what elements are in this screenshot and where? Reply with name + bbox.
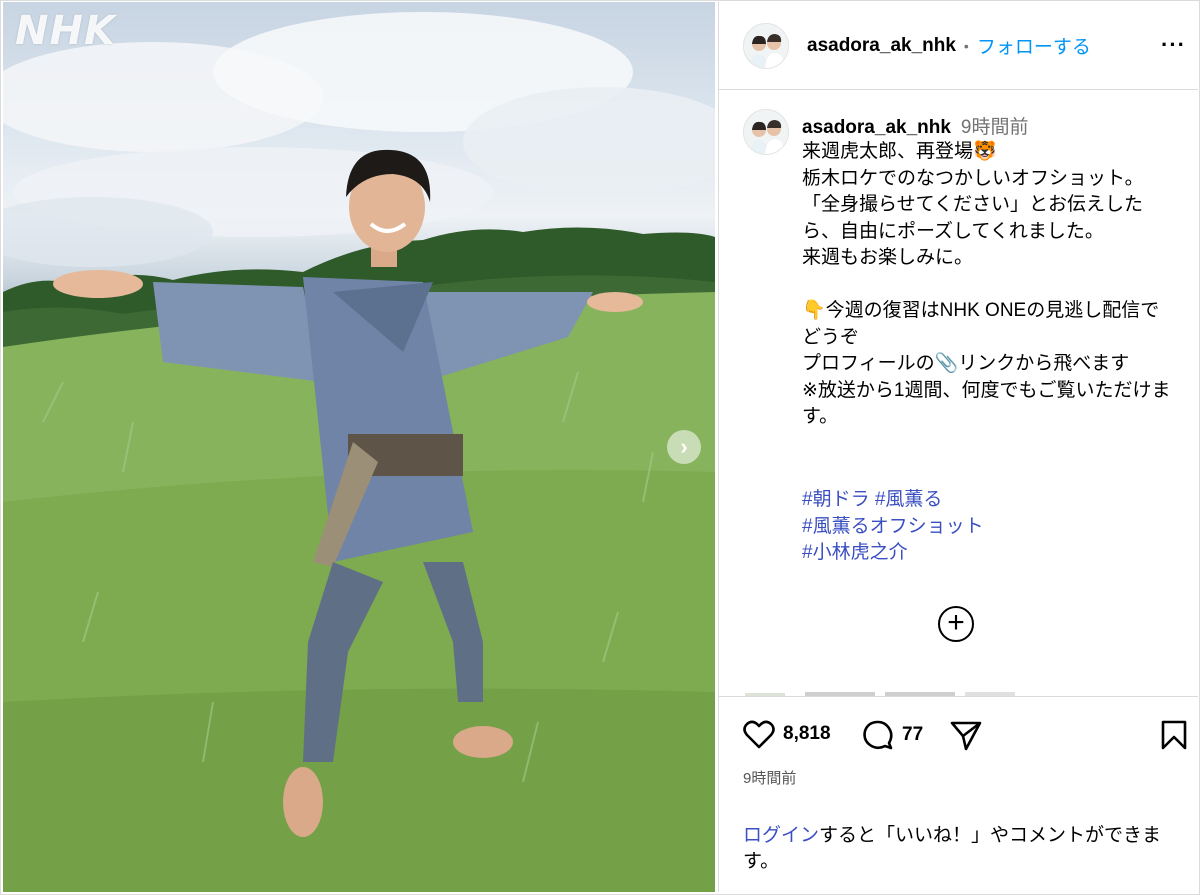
save-button[interactable] bbox=[1160, 719, 1188, 751]
comment-icon bbox=[863, 720, 893, 750]
post-header: asadora_ak_nhk • フォローする ··· bbox=[719, 2, 1198, 90]
caption-avatar[interactable] bbox=[743, 109, 789, 155]
share-button[interactable] bbox=[949, 719, 983, 751]
caption-section: asadora_ak_nhk 9時間前 来週虎太郎、再登場🐯 栃木ロケでのなつかし… bbox=[719, 91, 1198, 696]
post-actions: 8,818 77 9時間前 ログインすると「いいね！」やコメントができます。 bbox=[719, 696, 1198, 892]
separator-dot: • bbox=[963, 37, 969, 54]
comment-button[interactable]: 77 bbox=[862, 719, 923, 751]
like-count: 8,818 bbox=[783, 723, 831, 744]
heart-icon bbox=[743, 720, 775, 749]
nhk-watermark: NHK bbox=[15, 8, 116, 54]
follow-button[interactable]: フォローする bbox=[977, 32, 1091, 59]
hashtag-link[interactable]: #小林虎之介 bbox=[802, 540, 984, 567]
login-link[interactable]: ログイン bbox=[743, 825, 819, 846]
chevron-right-icon: › bbox=[680, 434, 688, 459]
like-button[interactable]: 8,818 bbox=[743, 719, 831, 749]
login-prompt: ログインすると「いいね！」やコメントができます。 bbox=[743, 823, 1183, 875]
post-side-panel: asadora_ak_nhk • フォローする ··· asadora_ak_n… bbox=[718, 2, 1198, 892]
caption-text: 来週虎太郎、再登場🐯 栃木ロケでのなつかしいオフショット。 「全身撮らせてくださ… bbox=[802, 141, 1171, 427]
send-icon bbox=[950, 721, 982, 751]
hashtag-link[interactable]: #朝ドラ #風薫る bbox=[802, 487, 984, 514]
hashtag-link[interactable]: #風薫るオフショット bbox=[802, 514, 984, 541]
header-username[interactable]: asadora_ak_nhk bbox=[807, 35, 956, 57]
avatar[interactable] bbox=[743, 22, 789, 69]
next-photo-button[interactable]: › bbox=[667, 430, 701, 464]
ellipsis-icon[interactable]: ··· bbox=[1161, 32, 1186, 58]
comment-count: 77 bbox=[902, 724, 924, 745]
plus-circle-icon: + bbox=[947, 606, 965, 639]
caption-time[interactable]: 9時間前 bbox=[961, 117, 1029, 138]
load-more-comments-button[interactable]: + bbox=[938, 606, 974, 642]
faded-comment-row bbox=[745, 688, 1045, 696]
caption-header: asadora_ak_nhk 9時間前 bbox=[802, 112, 1029, 139]
post-photo[interactable]: NHK › bbox=[3, 2, 715, 892]
caption-username[interactable]: asadora_ak_nhk bbox=[802, 117, 951, 138]
bookmark-icon bbox=[1161, 720, 1187, 750]
hashtag-list: #朝ドラ #風薫る #風薫るオフショット #小林虎之介 bbox=[802, 487, 984, 567]
photo-scene bbox=[3, 12, 715, 892]
post-timestamp[interactable]: 9時間前 bbox=[743, 767, 796, 788]
